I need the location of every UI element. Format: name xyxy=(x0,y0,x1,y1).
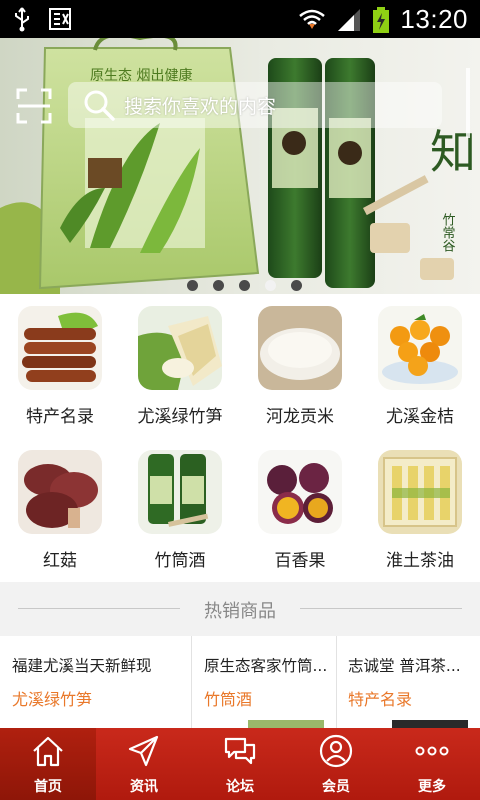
wifi-icon xyxy=(299,9,326,29)
product-card[interactable]: 原生态客家竹筒... 竹筒酒 xyxy=(192,636,352,728)
category-bamboo-wine[interactable]: 竹筒酒 xyxy=(120,438,240,582)
product-list: 福建尤溪当天新鲜现... 尤溪绿竹笋 原生态客家竹筒... 竹筒酒 志诚堂 普洱… xyxy=(0,636,480,728)
category-kumquat[interactable]: 尤溪金桔 xyxy=(360,294,480,438)
category-label: 特产名录 xyxy=(26,407,94,427)
red-mushroom-image xyxy=(18,450,102,534)
clock: 13:20 xyxy=(400,4,468,34)
carousel-dot[interactable] xyxy=(187,280,198,291)
divider-line xyxy=(300,608,462,609)
debug-icon xyxy=(49,8,71,30)
bamboo-wine-image xyxy=(138,450,222,534)
kumquat-image xyxy=(378,306,462,390)
more-dots-icon xyxy=(415,746,449,756)
svg-text:竹常谷: 竹常谷 xyxy=(440,213,456,252)
tea-oil-image xyxy=(378,450,462,534)
section-title: 热销商品 xyxy=(204,601,276,622)
category-red-mushroom[interactable]: 红菇 xyxy=(0,438,120,582)
category-label: 百香果 xyxy=(274,551,326,571)
search-placeholder: 搜索你喜欢的内容 xyxy=(124,95,277,118)
tab-forum[interactable]: 论坛 xyxy=(192,728,288,800)
tab-more[interactable]: 更多 xyxy=(384,728,480,800)
tab-home[interactable]: 首页 xyxy=(0,728,96,800)
tab-label: 首页 xyxy=(34,779,62,795)
chat-bubbles-icon xyxy=(224,737,256,765)
tab-label: 更多 xyxy=(418,779,446,795)
product-category: 尤溪绿竹笋 xyxy=(12,690,93,709)
tab-member[interactable]: 会员 xyxy=(288,728,384,800)
passion-fruit-image xyxy=(258,450,342,534)
carousel-dot[interactable] xyxy=(239,280,250,291)
usb-icon xyxy=(15,7,29,32)
paper-plane-icon xyxy=(128,735,159,767)
category-rice[interactable]: 河龙贡米 xyxy=(240,294,360,438)
tab-label: 会员 xyxy=(322,779,350,795)
product-title: 志诚堂 普洱茶... xyxy=(348,657,461,675)
tab-label: 资讯 xyxy=(130,779,158,795)
carousel-dot[interactable] xyxy=(291,280,302,291)
category-label: 尤溪金桔 xyxy=(386,407,454,427)
product-card[interactable]: 福建尤溪当天新鲜现... 尤溪绿竹笋 xyxy=(0,636,160,728)
category-label: 竹筒酒 xyxy=(154,551,206,571)
search-icon xyxy=(84,90,115,121)
tab-label: 论坛 xyxy=(226,779,254,795)
sausage-image xyxy=(18,306,102,390)
category-label: 河龙贡米 xyxy=(266,407,334,427)
category-bamboo-shoot[interactable]: 尤溪绿竹笋 xyxy=(120,294,240,438)
status-bar: 13:20 xyxy=(0,0,480,38)
bottom-tab-bar: 首页 资讯 论坛 会员 更多 xyxy=(0,728,480,800)
bamboo-shoot-image xyxy=(138,306,222,390)
carousel-indicator xyxy=(187,280,302,291)
carousel-dot[interactable] xyxy=(213,280,224,291)
category-passion-fruit[interactable]: 百香果 xyxy=(240,438,360,582)
category-label: 红菇 xyxy=(43,551,77,571)
banner-carousel[interactable]: 原生态 烟出健康 知 竹常谷 搜索你喜欢的内容 xyxy=(0,38,480,294)
signal-icon xyxy=(338,8,361,31)
category-specialties[interactable]: 特产名录 xyxy=(0,294,120,438)
category-grid: 特产名录 尤溪绿竹笋 河龙贡米 尤溪金桔 红菇 竹筒酒 百香果 淮土茶油 xyxy=(0,294,480,582)
product-image xyxy=(248,720,324,728)
carousel-dot-active[interactable] xyxy=(265,280,276,291)
banner-image: 原生态 烟出健康 知 竹常谷 xyxy=(0,38,480,294)
scan-qr-icon[interactable] xyxy=(16,88,52,124)
tab-news[interactable]: 资讯 xyxy=(96,728,192,800)
search-bar[interactable]: 搜索你喜欢的内容 xyxy=(68,82,442,128)
product-title: 福建尤溪当天新鲜现... xyxy=(12,657,152,675)
category-label: 淮土茶油 xyxy=(386,551,454,571)
hot-products-header: 热销商品 xyxy=(0,582,480,636)
category-tea-oil[interactable]: 淮土茶油 xyxy=(360,438,480,582)
user-icon xyxy=(319,734,353,768)
product-category: 竹筒酒 xyxy=(204,690,253,709)
home-icon xyxy=(33,736,63,767)
battery-charging-icon xyxy=(373,6,390,33)
product-title: 原生态客家竹筒... xyxy=(204,657,328,675)
rice-image xyxy=(258,306,342,390)
category-label: 尤溪绿竹笋 xyxy=(137,407,223,427)
product-category: 特产名录 xyxy=(348,690,413,709)
product-image xyxy=(392,720,468,728)
product-card[interactable]: 志诚堂 普洱茶... 特产名录 xyxy=(336,636,480,728)
